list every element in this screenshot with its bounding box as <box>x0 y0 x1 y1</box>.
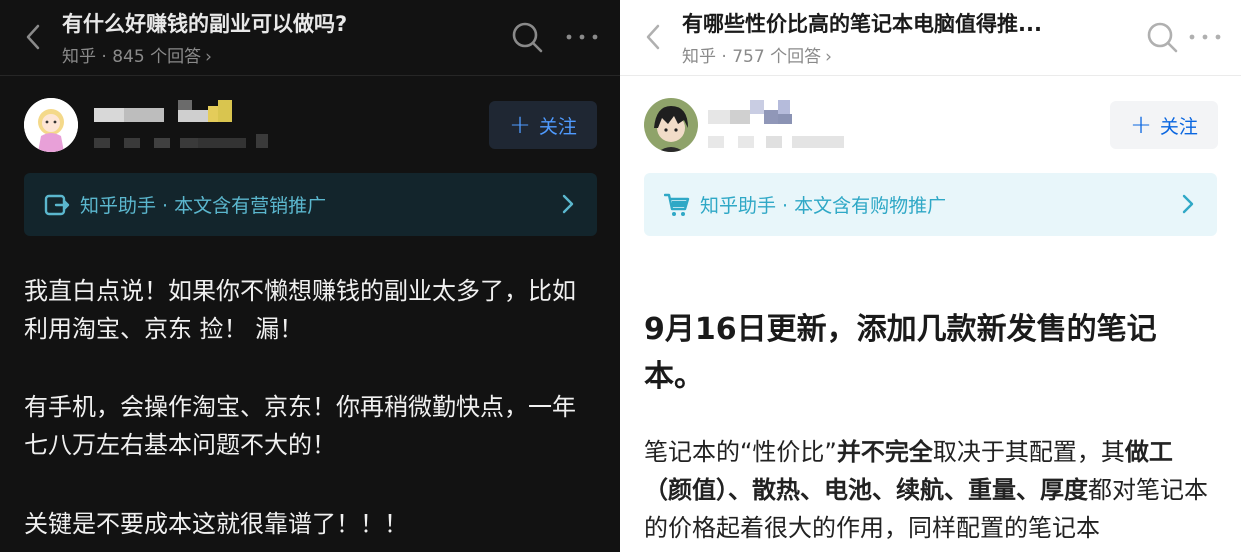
more-icon[interactable] <box>1187 20 1223 54</box>
body-text-bold: 并不完全 <box>836 438 933 466</box>
plus-icon: + <box>509 110 531 140</box>
question-title[interactable]: 有什么好赚钱的副业可以做吗? <box>62 8 347 38</box>
search-icon[interactable] <box>1145 20 1179 54</box>
follow-button[interactable]: + 关注 <box>489 101 597 149</box>
answer-count-text: 知乎 · 757 个回答 <box>682 47 822 67</box>
back-chevron-icon[interactable] <box>22 22 44 52</box>
answer-paragraph: 有手机，会操作淘宝、京东！你再稍微勤快点，一年七八万左右基本问题不大的！ <box>24 393 576 459</box>
answer-count-text: 知乎 · 845 个回答 <box>62 47 202 67</box>
author-bio-blurred <box>708 136 844 148</box>
more-icon[interactable] <box>564 20 600 54</box>
zhihu-helper-banner[interactable]: 知乎助手 · 本文含有购物推广 <box>644 173 1217 236</box>
header: 有什么好赚钱的副业可以做吗? 知乎 · 845 个回答 › <box>0 0 620 76</box>
chevron-right-icon: › <box>825 47 832 67</box>
answer-count[interactable]: 知乎 · 845 个回答 › <box>62 42 212 67</box>
follow-label: 关注 <box>538 115 577 138</box>
body-text: 取决于其配置，其 <box>932 438 1125 466</box>
answer-paragraph: 我直白点说！如果你不懒想赚钱的副业太多了，比如利用淘宝、京东 捡！ 漏！ <box>24 277 576 343</box>
chevron-right-icon <box>562 194 574 214</box>
author-bio-blurred <box>94 134 268 148</box>
answer-paragraph: 笔记本的“性价比”并不完全取决于其配置，其做工（颜值）、散热、电池、续航、重量、… <box>644 433 1219 547</box>
follow-label: 关注 <box>1159 115 1198 138</box>
plus-icon: + <box>1130 110 1152 140</box>
search-icon[interactable] <box>510 20 544 54</box>
avatar[interactable] <box>24 98 78 152</box>
back-chevron-icon[interactable] <box>642 22 664 52</box>
answer-count[interactable]: 知乎 · 757 个回答 › <box>682 42 832 67</box>
follow-button[interactable]: + 关注 <box>1110 101 1218 149</box>
header: 有哪些性价比高的笔记本电脑值得推... 知乎 · 757 个回答 › <box>620 0 1241 76</box>
helper-text: 知乎助手 · 本文含有购物推广 <box>700 195 947 217</box>
body-text: 笔记本的“性价比” <box>644 438 837 466</box>
update-heading: 9月16日更新，添加几款新发售的笔记本。 <box>644 312 1157 394</box>
left-answer-panel: 有什么好赚钱的副业可以做吗? 知乎 · 845 个回答 › + 关注 知乎助手 … <box>0 0 620 552</box>
chevron-right-icon: › <box>205 47 212 67</box>
right-answer-panel: 有哪些性价比高的笔记本电脑值得推... 知乎 · 757 个回答› + 关注 <box>620 0 1241 552</box>
avatar[interactable] <box>644 98 698 152</box>
author-name-blurred <box>94 100 232 122</box>
answer-paragraph: 关键是不要成本这就很靠谱了！！！ <box>24 510 408 538</box>
question-title[interactable]: 有哪些性价比高的笔记本电脑值得推... <box>682 8 1042 38</box>
marketing-icon <box>44 194 70 215</box>
cart-icon <box>664 193 690 216</box>
zhihu-helper-banner[interactable]: 知乎助手 · 本文含有营销推广 <box>24 173 597 236</box>
helper-text: 知乎助手 · 本文含有营销推广 <box>80 195 327 217</box>
author-name-blurred <box>708 100 792 124</box>
chevron-right-icon <box>1182 194 1194 214</box>
